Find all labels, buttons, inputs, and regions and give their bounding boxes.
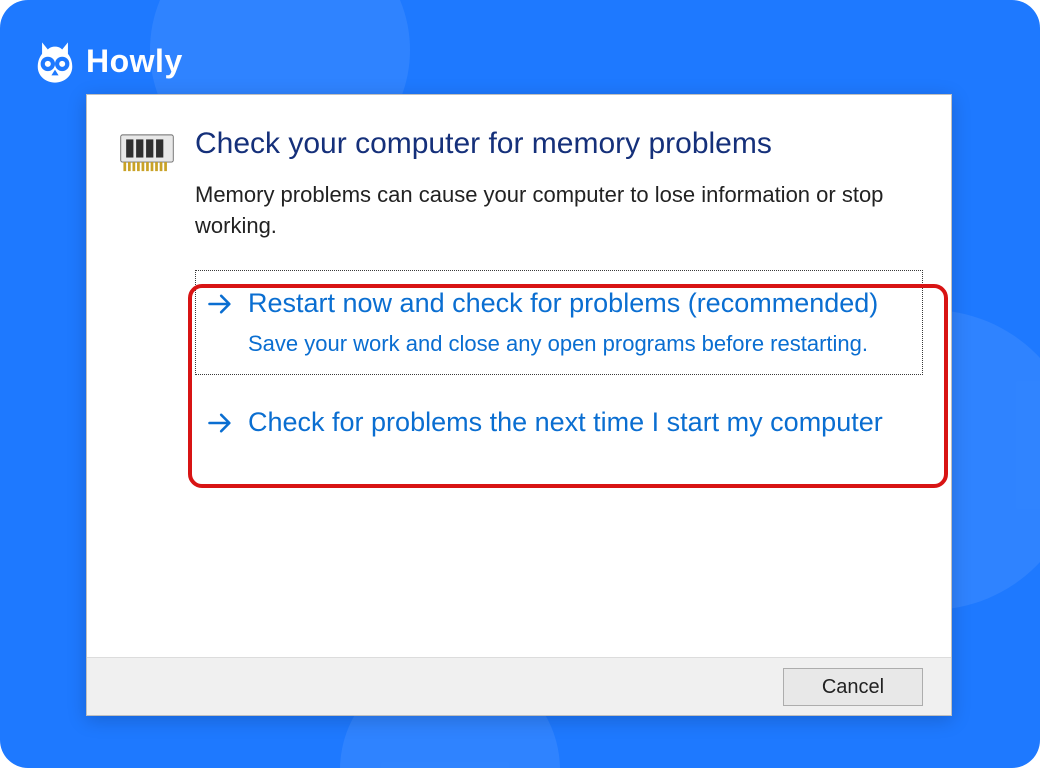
option-title: Restart now and check for problems (reco… — [248, 288, 878, 318]
option-list: Restart now and check for problems (reco… — [195, 270, 923, 455]
arrow-right-icon — [206, 409, 234, 437]
dialog-icon-wrap — [115, 125, 179, 657]
option-title: Check for problems the next time I start… — [248, 407, 883, 437]
option-text: Check for problems the next time I start… — [248, 404, 906, 440]
option-restart-now[interactable]: Restart now and check for problems (reco… — [195, 270, 923, 374]
howly-wordmark: Howly — [86, 43, 183, 80]
memory-diagnostic-dialog: Check your computer for memory problems … — [86, 94, 952, 716]
howly-logo: Howly — [32, 38, 183, 84]
dialog-title: Check your computer for memory problems — [195, 125, 923, 163]
dialog-subtitle: Memory problems can cause your computer … — [195, 179, 915, 243]
page-background: Howly — [0, 0, 1040, 768]
arrow-right-icon — [206, 290, 234, 318]
dialog-footer: Cancel — [87, 657, 951, 715]
owl-icon — [32, 38, 78, 84]
memory-module-icon — [118, 129, 176, 177]
option-text: Restart now and check for problems (reco… — [248, 285, 906, 359]
option-check-next-start[interactable]: Check for problems the next time I start… — [195, 389, 923, 455]
cancel-button[interactable]: Cancel — [783, 668, 923, 706]
dialog-content: Check your computer for memory problems … — [195, 125, 923, 657]
dialog-body: Check your computer for memory problems … — [87, 95, 951, 657]
option-description: Save your work and close any open progra… — [248, 328, 906, 360]
